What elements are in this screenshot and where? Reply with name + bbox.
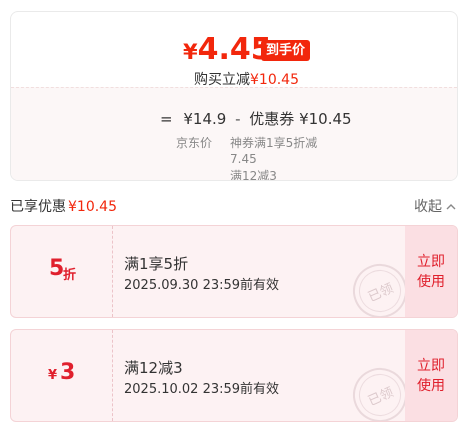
coupon-title: 满12减3 — [124, 359, 183, 377]
use-coupon-button[interactable]: 立即 使用 — [405, 226, 457, 317]
use-button-line2: 使用 — [417, 273, 445, 290]
use-button-line1: 立即 — [417, 357, 445, 374]
coupon-divider — [112, 330, 113, 421]
coupon-desc-line2: 7.45 — [230, 152, 257, 166]
coupon-desc-line1: 神券满1享5折减 — [230, 136, 318, 150]
final-price: ¥4.45 — [183, 32, 272, 67]
equals-sign: = — [160, 110, 173, 128]
coupon-face-unit: 折 — [63, 268, 77, 283]
jd-price-value: ¥14.9 — [183, 110, 227, 128]
coupon-face-value: ¥ 3 — [11, 330, 112, 421]
final-price-currency: ¥ — [183, 40, 198, 64]
use-coupon-button[interactable]: 立即 使用 — [405, 330, 457, 421]
price-equation: = ¥14.9 - 优惠券 ¥10.45 — [160, 108, 352, 129]
coupon-card: ¥ 3 满12减3 2025.10.02 23:59前有效 已领 立即 使用 — [10, 329, 458, 422]
coupon-face-number: 3 — [60, 360, 76, 385]
coupon-card: 5 折 满1享5折 2025.09.30 23:59前有效 已领 立即 使用 — [10, 225, 458, 318]
price-summary-card: ¥4.45 到手价 购买立减¥10.45 = ¥14.9 - 优惠券 ¥10.4… — [10, 11, 458, 181]
coupon-validity: 2025.10.02 23:59前有效 — [124, 382, 280, 397]
claimed-stamp-text: 已领 — [365, 280, 396, 305]
coupon-divider — [112, 226, 113, 317]
discount-label: 已享优惠 — [10, 199, 66, 215]
coupon-label: 优惠券 — [249, 110, 295, 128]
discount-summary: 已享优惠 ¥10.45 收起 — [10, 196, 456, 216]
instant-reduce-amount: ¥10.45 — [250, 72, 299, 88]
jd-price-label: 京东价 — [176, 136, 213, 150]
chevron-up-icon — [446, 200, 456, 213]
use-button-line2: 使用 — [417, 377, 445, 394]
coupon-title: 满1享5折 — [124, 255, 189, 273]
final-price-section: ¥4.45 到手价 购买立减¥10.45 — [11, 12, 457, 89]
instant-reduce-label: 购买立减 — [194, 72, 250, 88]
use-button-line1: 立即 — [417, 253, 445, 270]
final-price-tag: 到手价 — [261, 40, 311, 61]
coupon-face-currency: ¥ — [48, 368, 58, 383]
coupon-validity: 2025.09.30 23:59前有效 — [124, 278, 280, 293]
discount-amount: ¥10.45 — [68, 199, 117, 215]
coupon-face-value: 5 折 — [11, 226, 112, 317]
coupon-desc: 神券满1享5折减 7.45 — [230, 135, 322, 167]
claimed-stamp-text: 已领 — [365, 384, 396, 409]
coupon-desc-line3: 满12减3 — [230, 169, 277, 181]
collapse-label: 收起 — [414, 199, 442, 215]
collapse-button[interactable]: 收起 — [414, 196, 456, 216]
discount-summary-text: 已享优惠 ¥10.45 — [10, 196, 117, 216]
coupon-total: ¥10.45 — [299, 110, 352, 128]
minus-sign: - — [235, 110, 241, 128]
instant-reduce: 购买立减¥10.45 — [194, 69, 299, 89]
price-breakdown: = ¥14.9 - 优惠券 ¥10.45 京东价 神券满1享5折减 7.45 满… — [11, 87, 457, 181]
